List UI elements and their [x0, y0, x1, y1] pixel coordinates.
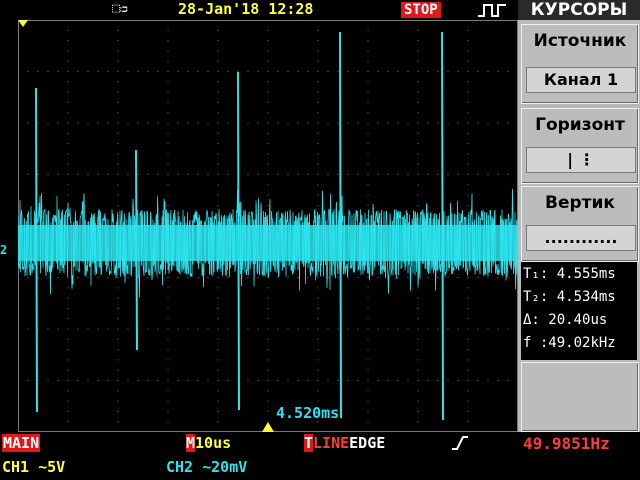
vertical-title: Вертик — [545, 193, 615, 213]
readout-t2: T₂: 4.534ms — [523, 289, 616, 305]
horizontal-title: Горизонт — [535, 115, 625, 135]
timebase-readout: M10us — [186, 434, 232, 452]
frequency-readout: 49.9851Hz — [523, 434, 610, 453]
rising-edge-icon — [452, 436, 468, 450]
vertical-button[interactable]: Вертик ............ — [521, 186, 639, 262]
menu-header: КУРСОРЫ — [518, 0, 640, 20]
vertical-value: ............ — [526, 225, 636, 251]
status-bottom-bar: MAIN M10us TLINEEDGE 49.9851Hz CH1 ∼5V C… — [0, 432, 640, 480]
source-value: Канал 1 — [526, 67, 636, 93]
source-title: Источник — [533, 31, 627, 51]
cursor-readouts: T₁: 4.555ms T₂: 4.534ms Δ: 20.40us f :49… — [521, 262, 637, 360]
run-state-badge: STOP — [401, 2, 441, 18]
readout-delta: Δ: 20.40us — [523, 312, 608, 328]
scope-display — [18, 20, 518, 432]
ch2-ground-marker: 2 — [0, 243, 8, 257]
trigger-time-marker — [262, 422, 274, 432]
ch1-scale: CH1 ∼5V — [2, 458, 66, 476]
cursor-menu-panel: КУРСОРЫ Источник Канал 1 Горизонт | ⋮ Ве… — [518, 0, 640, 432]
ch1-trace — [18, 31, 518, 421]
readout-frequency: f :49.02kHz — [523, 335, 616, 351]
trigger-waveform-icon — [478, 4, 506, 17]
horizontal-value: | ⋮ — [526, 147, 636, 173]
usb-connector-icon: ⬚ᴞ — [112, 1, 128, 16]
readout-t1: T₁: 4.555ms — [523, 266, 616, 282]
status-top-bar: ⬚ᴞ 28-Jan'18 12:28 STOP — [0, 0, 518, 20]
date-time: 28-Jan'18 12:28 — [178, 0, 314, 18]
main-label: MAIN — [2, 434, 41, 452]
cursor-time-readout: 4.520ms — [276, 404, 340, 422]
horizontal-button[interactable]: Горизонт | ⋮ — [521, 108, 639, 184]
trigger-readout: TLINEEDGE — [304, 434, 386, 452]
trigger-position-top-marker — [18, 20, 28, 27]
ch2-scale: CH2 ∼20mV — [166, 458, 248, 476]
source-button[interactable]: Источник Канал 1 — [521, 24, 639, 104]
menu-empty-slot[interactable] — [521, 362, 639, 432]
